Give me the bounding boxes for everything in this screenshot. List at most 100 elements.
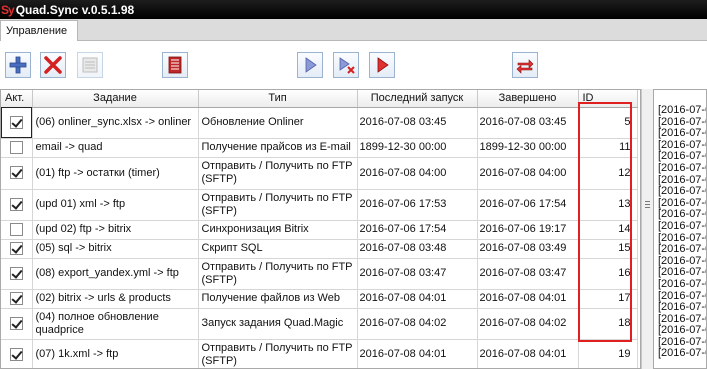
play-icon [305, 57, 317, 73]
table-row[interactable]: (05) sql -> bitrix Скрипт SQL 2016-07-08 0… [1, 239, 638, 259]
id-cell: 15 [578, 239, 638, 259]
last-run-cell: 2016-07-08 03:45 [357, 107, 478, 139]
run-now-button[interactable] [369, 52, 395, 78]
start-button[interactable] [297, 52, 323, 78]
active-checkbox[interactable] [9, 291, 23, 305]
column-header-last-run[interactable]: Последний запуск [357, 90, 478, 108]
last-run-cell: 2016-07-08 04:00 [357, 157, 478, 190]
column-header-task[interactable]: Задание [32, 90, 199, 108]
sync-button[interactable] [512, 52, 538, 78]
log-line: [2016-07-0 [658, 243, 707, 256]
play-stop-icon [339, 57, 355, 74]
active-checkbox[interactable] [9, 241, 23, 255]
last-run-cell: 2016-07-08 04:01 [357, 339, 478, 368]
active-cell[interactable] [1, 138, 33, 158]
delete-task-button[interactable] [40, 52, 66, 78]
stop-task-button[interactable] [333, 52, 359, 78]
finished-cell: 2016-07-08 04:00 [477, 157, 579, 190]
table-row[interactable]: (07) 1k.xml -> ftp Отправить / Получить п… [1, 339, 638, 368]
table-row[interactable]: (upd 01) xml -> ftp Отправить / Получить … [1, 189, 638, 221]
active-cell[interactable] [1, 339, 33, 368]
type-cell: Отправить / Получить по FTP (SFTP) [198, 258, 358, 290]
list-icon [168, 56, 182, 74]
active-checkbox[interactable] [9, 140, 23, 154]
active-cell[interactable] [1, 239, 33, 259]
task-cell: (08) export_yandex.yml -> ftp [32, 258, 199, 290]
active-cell[interactable] [1, 220, 33, 240]
table-row[interactable]: (04) полное обновление quadprice Запуск з… [1, 308, 638, 340]
id-cell: 16 [578, 258, 638, 290]
log-line: [2016-07-0 [658, 185, 707, 198]
task-cell: (02) bitrix -> urls & products [32, 289, 199, 309]
table-row[interactable]: email -> quad Получение прайсов из E-mail… [1, 138, 638, 158]
card-icon [82, 57, 98, 73]
splitter-grip-icon [645, 201, 650, 208]
finished-cell: 2016-07-08 04:01 [477, 339, 579, 368]
toolbar [0, 41, 707, 87]
delete-x-icon [44, 56, 62, 74]
last-run-cell: 1899-12-30 00:00 [357, 138, 478, 158]
play-red-icon [377, 57, 389, 73]
table-row[interactable]: (01) ftp -> остатки (timer) Отправить / П… [1, 157, 638, 190]
active-cell[interactable] [1, 289, 33, 309]
finished-cell: 1899-12-30 00:00 [477, 138, 579, 158]
log-line: [2016-07-0 [658, 104, 707, 116]
plus-icon [9, 56, 27, 74]
column-header-type[interactable]: Тип [198, 90, 358, 108]
tasks-table: Акт. Задание Тип Последний запуск Заверш… [1, 90, 638, 368]
last-run-cell: 2016-07-08 03:48 [357, 239, 478, 259]
task-cell: (01) ftp -> остатки (timer) [32, 157, 199, 190]
log-line: [2016-07-0 [658, 219, 707, 232]
table-header: Акт. Задание Тип Последний запуск Заверш… [1, 90, 638, 108]
active-checkbox[interactable] [9, 316, 23, 330]
table-row[interactable]: (upd 02) ftp -> bitrix Синхронизация Bitr… [1, 220, 638, 240]
tab-strip: Управление [0, 19, 707, 41]
id-cell: 11 [578, 138, 638, 158]
task-cell: (upd 01) xml -> ftp [32, 189, 199, 221]
table-row[interactable]: (08) export_yandex.yml -> ftp Отправить /… [1, 258, 638, 290]
active-checkbox[interactable] [9, 197, 23, 211]
tab-upravlenie[interactable]: Управление [0, 20, 78, 41]
log-line: [2016-07-0 [658, 161, 707, 174]
finished-cell: 2016-07-08 03:45 [477, 107, 579, 139]
task-cell: (07) 1k.xml -> ftp [32, 339, 199, 368]
id-cell: 13 [578, 189, 638, 221]
task-cell: (05) sql -> bitrix [32, 239, 199, 259]
type-cell: Получение прайсов из E-mail [198, 138, 358, 158]
active-cell[interactable] [1, 308, 33, 340]
last-run-cell: 2016-07-08 04:01 [357, 289, 478, 309]
id-cell: 5 [578, 107, 638, 139]
add-task-button[interactable] [5, 52, 31, 78]
properties-button[interactable] [77, 52, 103, 78]
finished-cell: 2016-07-08 03:47 [477, 258, 579, 290]
active-checkbox[interactable] [9, 222, 23, 236]
active-cell[interactable] [1, 189, 33, 221]
column-header-id[interactable]: ID [578, 90, 638, 108]
finished-cell: 2016-07-08 04:01 [477, 289, 579, 309]
task-cell: (06) onliner_sync.xlsx -> onliner [32, 107, 199, 139]
table-row[interactable]: (06) onliner_sync.xlsx -> onliner Обновле… [1, 107, 638, 139]
id-cell: 14 [578, 220, 638, 240]
sync-arrows-icon [516, 59, 534, 74]
last-run-cell: 2016-07-06 17:54 [357, 220, 478, 240]
active-cell[interactable] [1, 107, 33, 139]
active-cell[interactable] [1, 258, 33, 290]
task-cell: (upd 02) ftp -> bitrix [32, 220, 199, 240]
panel-splitter[interactable] [641, 89, 653, 369]
column-header-active[interactable]: Акт. [1, 90, 33, 108]
log-panel[interactable]: [2016-07-0 [2016-07-0 [2016-07-0 [2016-07-0… [653, 89, 707, 369]
table-row[interactable]: (02) bitrix -> urls & products Получение … [1, 289, 638, 309]
app-title: Quad.Sync v.0.5.1.98 [15, 2, 135, 17]
last-run-cell: 2016-07-08 04:02 [357, 308, 478, 340]
log-list-button[interactable] [162, 52, 188, 78]
active-cell[interactable] [1, 157, 33, 190]
active-checkbox[interactable] [9, 166, 23, 180]
active-checkbox[interactable] [9, 266, 23, 280]
active-checkbox[interactable] [9, 347, 23, 361]
type-cell: Отправить / Получить по FTP (SFTP) [198, 339, 358, 368]
type-cell: Отправить / Получить по FTP (SFTP) [198, 189, 358, 221]
id-cell: 18 [578, 308, 638, 340]
grid-scrollbar[interactable] [633, 90, 641, 369]
active-checkbox[interactable] [9, 115, 23, 129]
column-header-finished[interactable]: Завершено [477, 90, 579, 108]
